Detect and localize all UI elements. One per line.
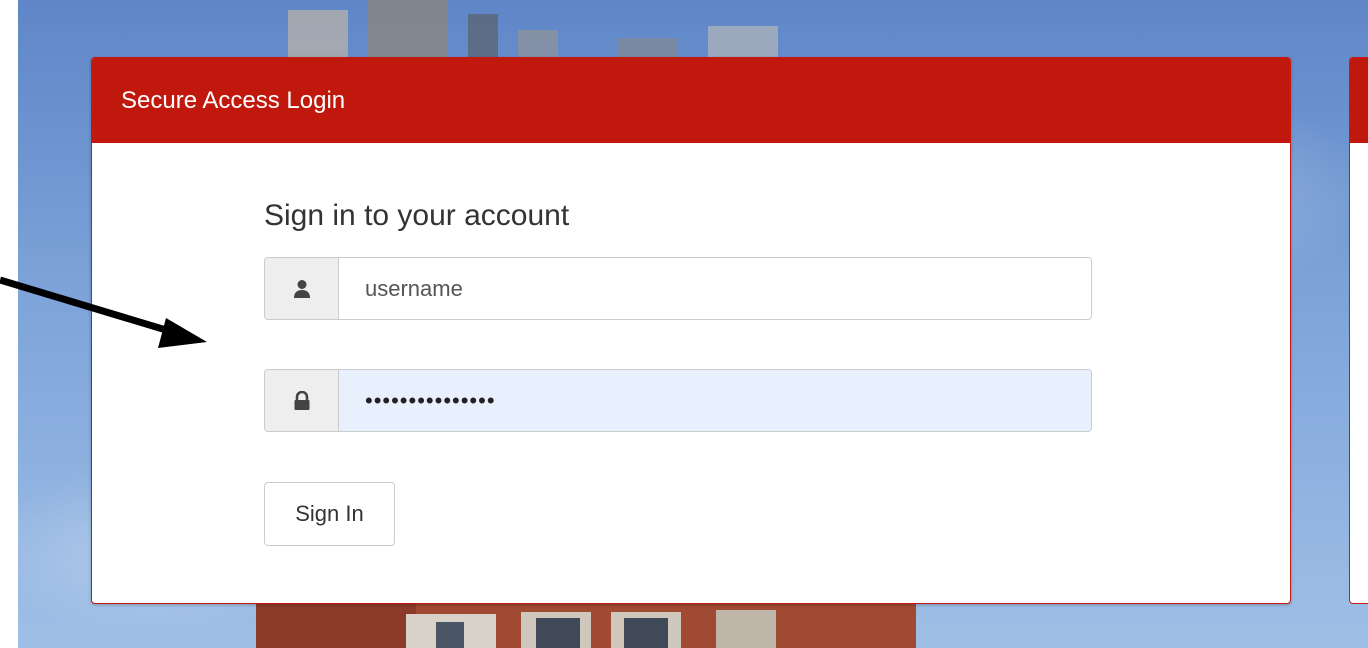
login-panel: Secure Access Login Sign in to your acco… bbox=[91, 57, 1291, 604]
signin-title: Sign in to your account bbox=[264, 199, 570, 232]
password-input-group bbox=[264, 369, 1092, 432]
arrow-annotation-icon bbox=[0, 276, 207, 348]
building-top-silhouette bbox=[288, 0, 778, 60]
page: Secure Access Login Sign in to your acco… bbox=[0, 0, 1368, 648]
username-input-group bbox=[264, 257, 1092, 320]
adjacent-panel-edge bbox=[1349, 57, 1368, 604]
lock-icon bbox=[265, 370, 339, 431]
user-icon bbox=[265, 258, 339, 319]
adjacent-panel-heading bbox=[1350, 58, 1368, 143]
username-input[interactable] bbox=[339, 258, 1091, 319]
building-bottom-silhouette bbox=[256, 604, 916, 648]
sign-in-button[interactable]: Sign In bbox=[264, 482, 395, 546]
password-input[interactable] bbox=[339, 370, 1091, 431]
panel-heading: Secure Access Login bbox=[92, 58, 1290, 143]
panel-heading-title: Secure Access Login bbox=[121, 86, 346, 114]
